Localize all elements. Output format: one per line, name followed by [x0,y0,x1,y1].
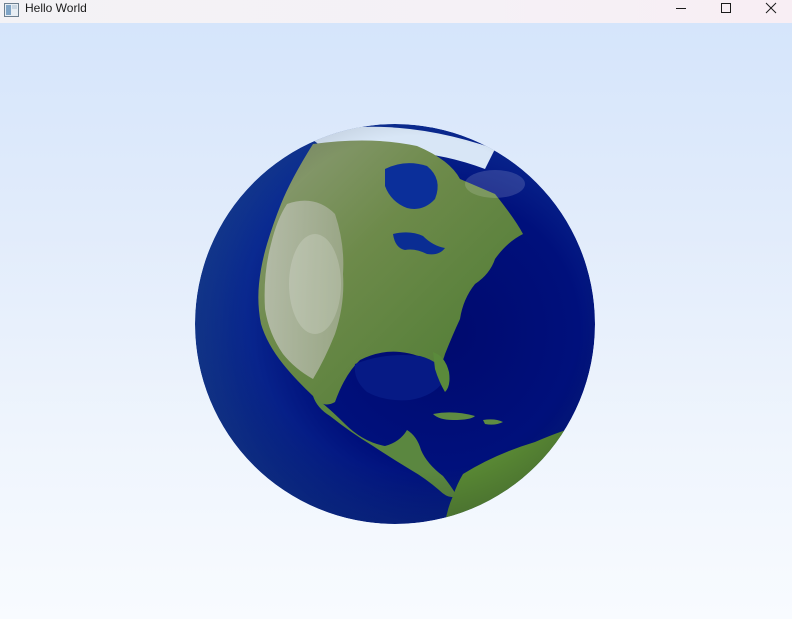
close-button[interactable] [748,0,792,16]
globe-shading [195,124,595,524]
window-app-icon[interactable] [4,3,19,17]
application-window: Hello World [0,0,792,619]
3d-viewport[interactable] [0,23,792,619]
maximize-icon [721,3,731,13]
minimize-button[interactable] [658,0,704,16]
maximize-button[interactable] [703,0,749,16]
window-title: Hello World [25,1,87,15]
earth-globe[interactable] [195,124,595,524]
minimize-icon [676,8,686,9]
title-bar[interactable]: Hello World [0,0,792,23]
close-icon [765,2,777,14]
